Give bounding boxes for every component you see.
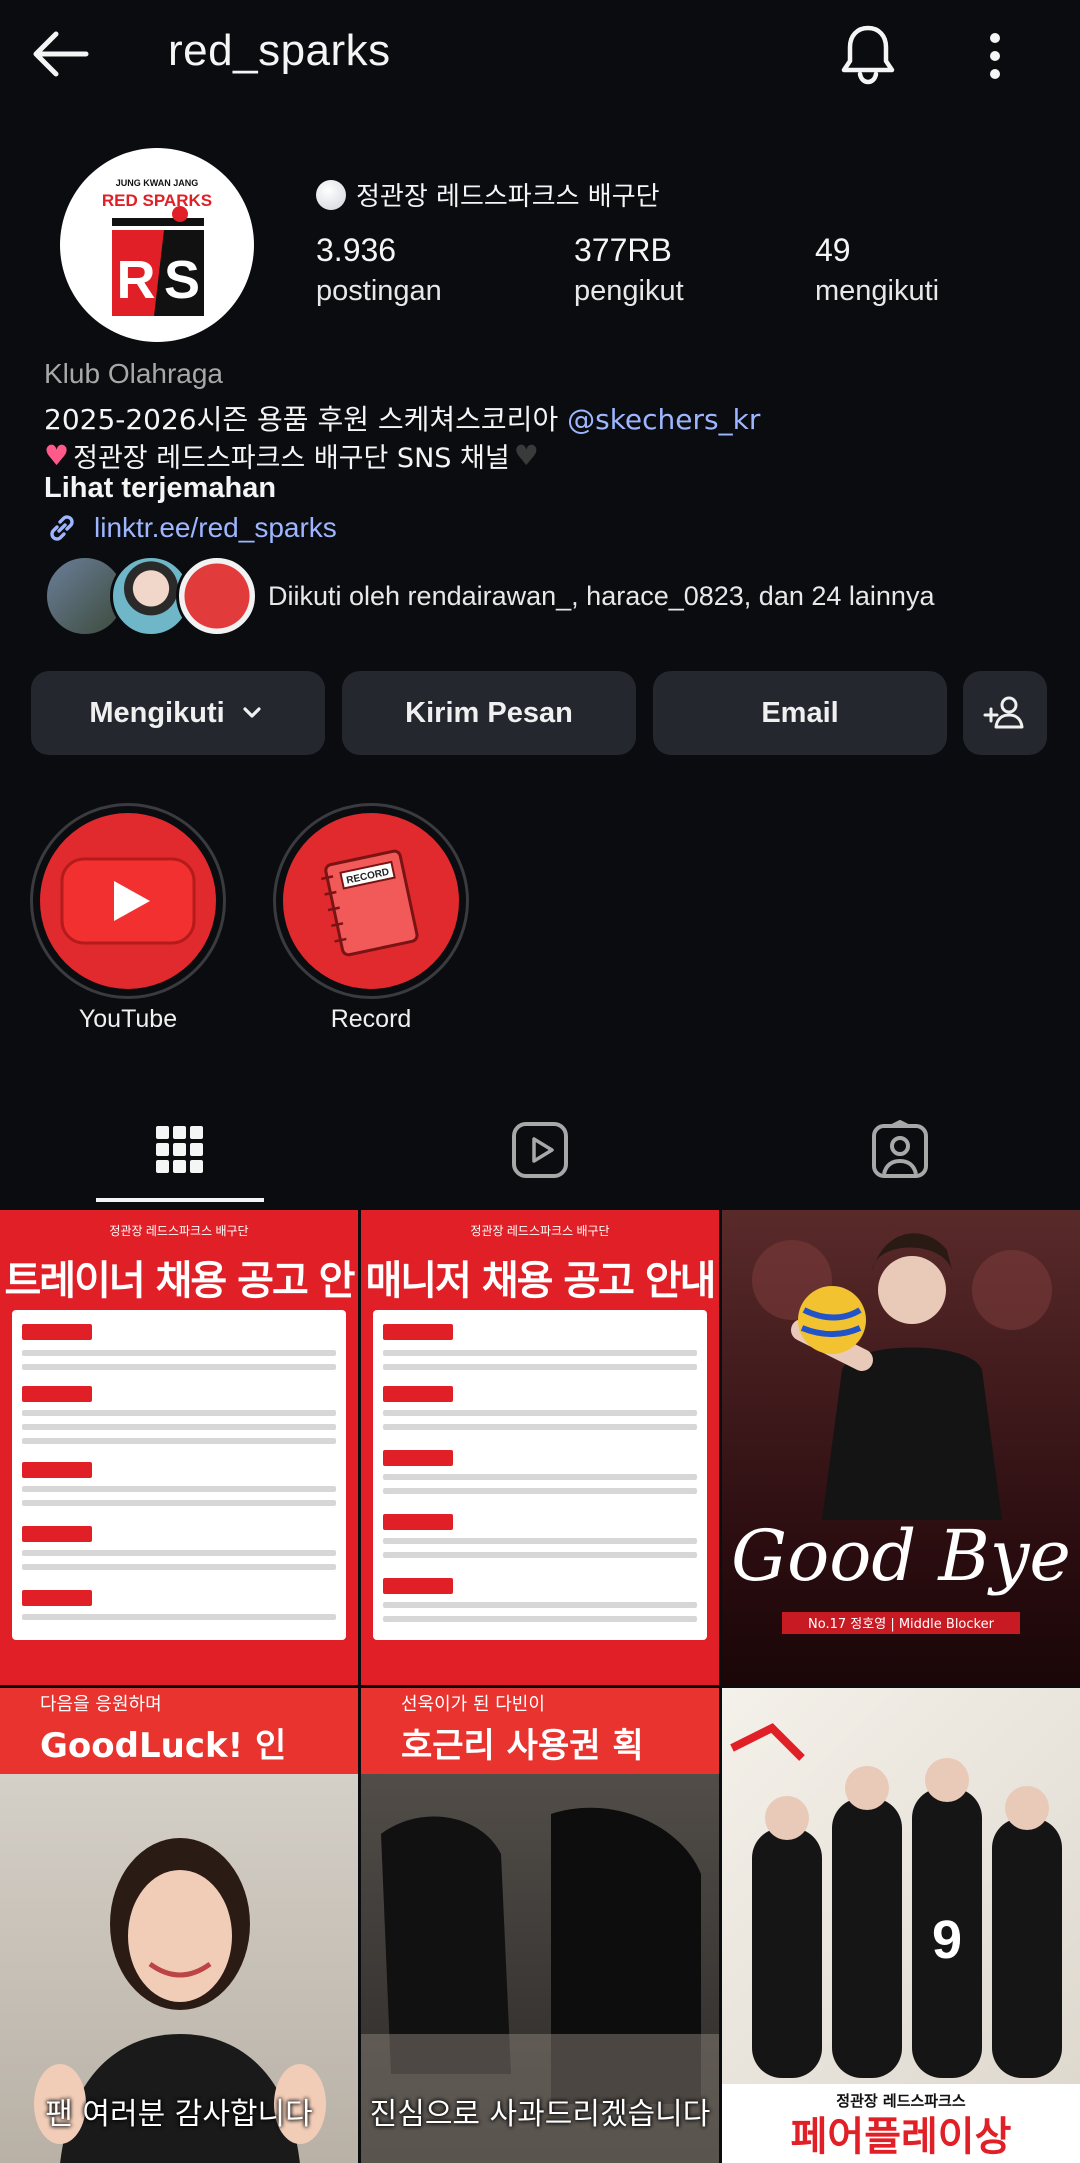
message-button[interactable]: Kirim Pesan [342,671,636,755]
active-tab-indicator [96,1198,264,1202]
tab-tagged[interactable] [720,1095,1080,1205]
team-photo: 9 정관장 레드스파크스 페어플레이상 [722,1723,1080,2163]
post-title: GoodLuck! 인 [40,1726,287,1766]
volleyball-icon [316,179,346,210]
display-name-text: 정관장 레드스파크스 배구단 [356,182,660,212]
post-title: 매니저 채용 공고 안내 [365,1258,717,1304]
highlight-youtube-label: YouTube [78,1005,178,1033]
posts-grid: 정관장 레드스파크스 배구단 트레이너 채용 공고 안내 정관장 레드스파크스 … [0,1210,1080,2163]
post-title: 페어플레이상 [791,2114,1012,2160]
bio-line-1: 2025-2026시즌 용품 후원 스케쳐스코리아 @skechers_kr [44,398,760,438]
stat-followers[interactable]: 377RB pengikut [574,232,684,308]
bio-mention-link[interactable]: @skechers_kr [567,403,760,436]
link-icon [50,515,74,541]
post-thumbnail[interactable]: 선욱이가 된 다빈이 호근리 사용권 획 진심으로 사과드리겠습니다 [361,1688,719,2163]
stat-followers-label: pengikut [574,275,684,307]
stat-posts[interactable]: 3.936 postingan [316,232,442,308]
youtube-icon [60,857,196,945]
suggest-people-button[interactable] [963,671,1047,755]
black-heart-icon: ♥ [513,439,539,472]
add-person-icon [983,696,1024,729]
player-photo: Good Bye No.17 정호영 | Middle Blocker [731,1233,1071,1634]
email-button[interactable]: Email [653,671,947,755]
post-subtitle: 정관장 레드스파크스 배구단 [470,1224,610,1238]
stat-posts-label: postingan [316,275,442,307]
profile-username: red_sparks [168,26,391,75]
post-caption: 진심으로 사과드리겠습니다 [369,2097,711,2132]
stat-following-value: 49 [815,232,851,268]
profile-category: Klub Olahraga [44,358,224,389]
highlight-youtube[interactable] [30,803,226,999]
followed-by-row[interactable]: Diikuti oleh rendairawan_, harace_0823, … [44,555,1044,637]
highlight-record-label: Record [330,1005,412,1033]
post-caption: 팬 여러분 감사합니다 [45,2097,313,2132]
svg-text:S: S [164,250,200,310]
tab-reels[interactable] [360,1095,720,1205]
following-button[interactable]: Mengikuti [31,671,325,755]
profile-avatar[interactable]: JUNG KWAN JANG RED SPARKS R S [60,148,254,342]
post-document-body [373,1310,707,1640]
tab-posts[interactable] [0,1095,360,1205]
more-options-icon[interactable] [975,24,1015,88]
stat-followers-value: 377RB [574,232,672,268]
profile-external-link[interactable]: linktr.ee/red_sparks [44,510,337,546]
message-button-label: Kirim Pesan [405,696,573,729]
followed-by-text: Diikuti oleh rendairawan_, harace_0823, … [268,581,935,611]
see-translation-link[interactable]: Lihat terjemahan [44,472,276,505]
bell-icon[interactable] [838,22,898,86]
notebook-icon: RECORD [321,849,419,957]
stat-following-label: mengikuti [815,275,940,307]
post-subtitle: 정관장 레드스파크스 배구단 [109,1224,249,1238]
back-arrow-icon[interactable] [28,26,92,82]
tagged-person-icon [872,1120,928,1178]
pink-heart-icon: ♥ [44,439,70,472]
profile-tabs [0,1095,1080,1205]
email-button-label: Email [761,696,839,729]
post-banner-top: 선욱이가 된 다빈이 [401,1694,545,1715]
following-button-label: Mengikuti [89,696,225,729]
chevron-down-icon [243,707,261,718]
post-thumbnail[interactable]: 9 정관장 레드스파크스 페어플레이상 [722,1688,1080,2163]
link-text: linktr.ee/red_sparks [94,512,337,543]
post-thumbnail[interactable]: 정관장 레드스파크스 배구단 트레이너 채용 공고 안내 [0,1210,358,1685]
bio-line-1-text: 2025-2026시즌 용품 후원 스케쳐스코리아 [44,403,568,436]
grid-icon [156,1126,203,1173]
svg-text:JUNG KWAN JANG: JUNG KWAN JANG [116,178,199,188]
svg-text:R: R [117,250,156,310]
post-subtitle: 정관장 레드스파크스 [836,2092,966,2110]
svg-text:9: 9 [932,1910,962,1970]
reels-play-icon [512,1122,568,1178]
post-title: Good Bye [731,1515,1071,1597]
stat-posts-value: 3.936 [316,232,397,268]
post-document-body [12,1310,346,1640]
post-caption: No.17 정호영 | Middle Blocker [808,1617,995,1632]
post-thumbnail[interactable]: Good Bye No.17 정호영 | Middle Blocker [722,1210,1080,1685]
top-bar: red_sparks [0,0,1080,110]
post-banner-top: 다음을 응원하며 [40,1694,162,1715]
post-title: 호근리 사용권 획 [401,1726,644,1766]
bio-line-2-text: 정관장 레드스파크스 배구단 SNS 채널 [73,443,510,474]
post-thumbnail[interactable]: 다음을 응원하며 GoodLuck! 인 팬 여러분 감사합니다 [0,1688,358,2163]
bio-line-2: ♥ 정관장 레드스파크스 배구단 SNS 채널 ♥ [44,436,539,475]
highlight-record[interactable]: RECORD [273,803,469,999]
post-thumbnail[interactable]: 정관장 레드스파크스 배구단 매니저 채용 공고 안내 [361,1210,719,1685]
stat-following[interactable]: 49 mengikuti [815,232,939,308]
follower-avatar [176,555,258,637]
svg-text:RED SPARKS: RED SPARKS [102,191,212,210]
profile-display-name: 정관장 레드스파크스 배구단 [316,176,660,213]
